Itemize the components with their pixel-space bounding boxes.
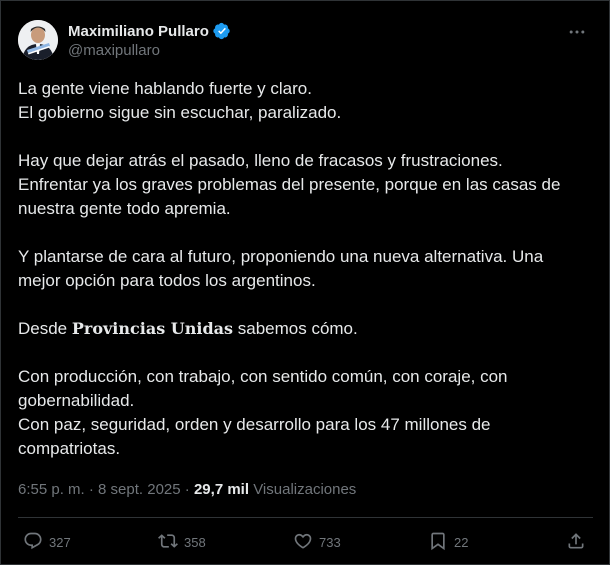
tweet-header: Maximiliano Pullaro @maxipullaro [18,18,593,62]
views-label: Visualizaciones [253,481,357,498]
tweet-text: La gente viene hablando fuerte y claro. … [18,77,578,461]
bookmark-button[interactable]: 22 [428,529,468,555]
reply-button[interactable]: 327 [23,529,71,555]
repost-icon [158,531,178,554]
like-icon [293,531,313,554]
action-bar: 327 358 733 22 [18,529,593,555]
provincias-unidas-text: Provincias Unidas [71,319,234,338]
meta-separator: · [180,481,194,498]
tweet-time[interactable]: 6:55 p. m. [18,481,85,498]
tweet-paragraph: Y plantarse de cara al futuro, proponien… [18,247,544,290]
tweet-paragraph: Con producción, con trabajo, con sentido… [18,367,508,458]
reply-icon [23,531,43,554]
bookmark-count: 22 [454,534,469,550]
author-display-name[interactable]: Maximiliano Pullaro [68,23,209,40]
tweet-date[interactable]: 8 sept. 2025 [98,481,181,498]
author-handle[interactable]: @maxipullaro [68,42,231,59]
tweet-meta: 6:55 p. m. · 8 sept. 2025 · 29,7 mil Vis… [18,481,356,498]
tweet-card: Maximiliano Pullaro @maxipullaro La gent… [0,0,610,565]
share-button[interactable] [566,529,586,555]
author-names: Maximiliano Pullaro @maxipullaro [68,21,231,59]
divider [18,517,593,518]
meta-separator: · [84,481,99,498]
reply-count: 327 [49,534,71,550]
repost-count: 358 [184,534,206,550]
tweet-paragraph: Desde Provincias Unidas sabemos cómo. [18,319,358,338]
tweet-paragraph: Hay que dejar atrás el pasado, lleno de … [18,151,561,218]
like-count: 733 [319,534,341,550]
more-icon[interactable] [567,22,587,42]
verified-badge-icon[interactable] [213,22,231,40]
avatar-portrait-icon [18,20,58,60]
share-icon [566,531,586,554]
views-count[interactable]: 29,7 mil [194,481,249,498]
like-button[interactable]: 733 [293,529,341,555]
avatar[interactable] [18,20,58,60]
repost-button[interactable]: 358 [158,529,206,555]
tweet-paragraph: La gente viene hablando fuerte y claro. … [18,79,342,122]
bookmark-icon [428,531,448,554]
